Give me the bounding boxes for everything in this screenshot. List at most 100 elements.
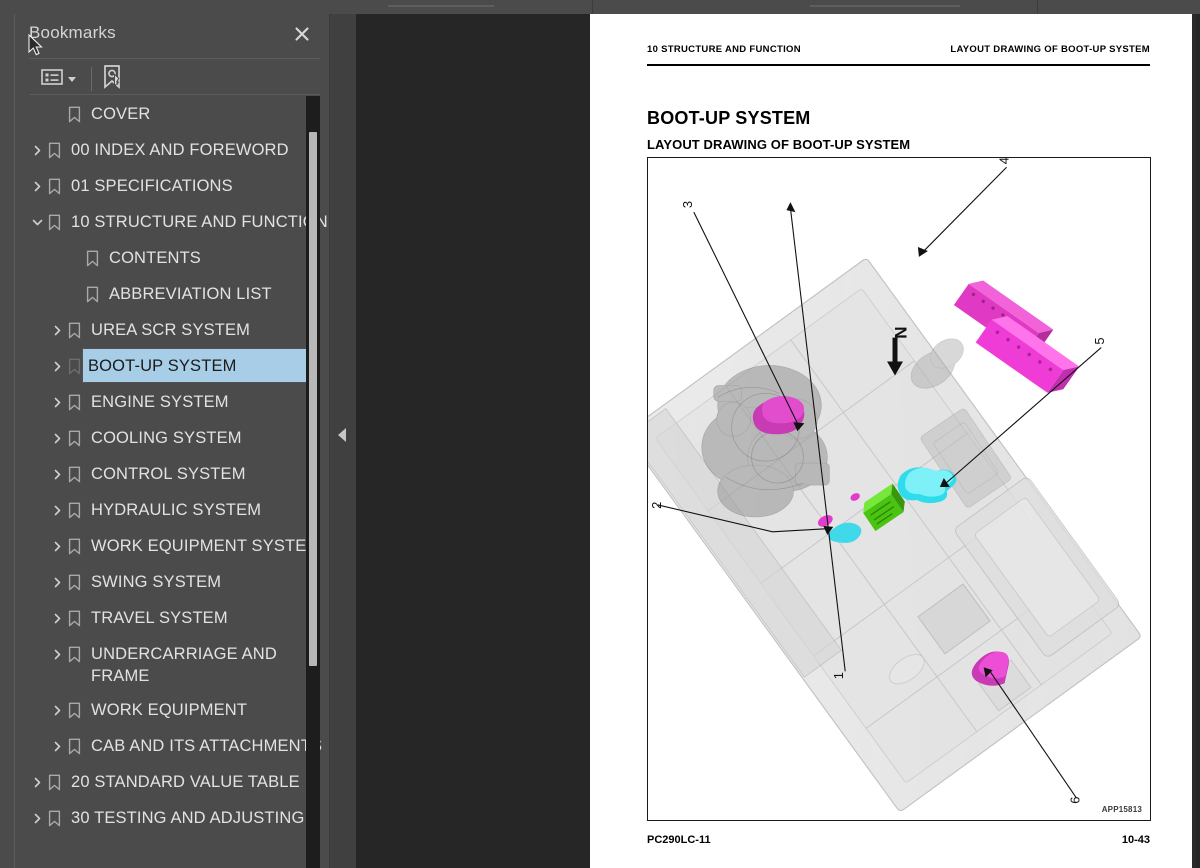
figure-frame: N 1 2 3 4 5 6 APP15813 xyxy=(647,157,1151,821)
close-icon[interactable] xyxy=(291,23,313,45)
chevron-right-icon[interactable] xyxy=(29,133,45,167)
bookmark-item-cooling-system[interactable]: COOLING SYSTEM xyxy=(15,420,329,456)
bookmark-icon xyxy=(65,493,83,527)
bookmark-item-abbreviation-list[interactable]: ABBREVIATION LIST xyxy=(15,276,329,312)
bookmark-item-20-standard-value-table[interactable]: 20 STANDARD VALUE TABLE xyxy=(15,764,329,800)
toolbar-remnant-2 xyxy=(810,5,960,7)
bookmark-item-cover[interactable]: COVER xyxy=(15,96,329,132)
bookmark-label: BOOT-UP SYSTEM xyxy=(82,348,308,383)
bookmark-item-engine-system[interactable]: ENGINE SYSTEM xyxy=(15,384,329,420)
svg-text:3: 3 xyxy=(680,201,695,208)
section-subheading: LAYOUT DRAWING OF BOOT-UP SYSTEM xyxy=(647,137,911,152)
bookmark-item-hydraulic-system[interactable]: HYDRAULIC SYSTEM xyxy=(15,492,329,528)
bookmark-icon xyxy=(45,133,63,167)
chevron-right-icon[interactable] xyxy=(49,349,65,383)
bookmark-icon xyxy=(65,385,83,419)
list-options-icon xyxy=(41,68,63,91)
toolbar-divider xyxy=(91,67,92,91)
toolbar-divider-bottom xyxy=(29,94,320,95)
triangle-left-icon[interactable] xyxy=(338,428,346,442)
toolbar-strip-truncated xyxy=(0,0,1200,14)
chevron-down-icon[interactable] xyxy=(29,205,45,239)
scrollbar-thumb[interactable] xyxy=(309,132,317,666)
bookmark-label: 01 SPECIFICATIONS xyxy=(71,177,233,195)
bookmark-item-swing-system[interactable]: SWING SYSTEM xyxy=(15,564,329,600)
bookmarks-panel-inner: Bookmarks COVER 00 INDEX AND FOREWORD 01… xyxy=(14,14,329,868)
svg-text:2: 2 xyxy=(649,502,664,509)
bookmark-icon xyxy=(65,529,83,563)
bookmark-item-undercarriage-and-frame[interactable]: UNDERCARRIAGE AND FRAME xyxy=(15,636,329,692)
bookmark-item-contents[interactable]: CONTENTS xyxy=(15,240,329,276)
bookmark-item-01-specifications[interactable]: 01 SPECIFICATIONS xyxy=(15,168,329,204)
bookmark-options-button[interactable] xyxy=(41,66,76,92)
section-heading: BOOT-UP SYSTEM xyxy=(647,108,811,128)
svg-text:4: 4 xyxy=(997,158,1012,164)
page-header-rule xyxy=(647,64,1150,66)
bookmark-label: CAB AND ITS ATTACHMENTS xyxy=(91,737,323,755)
svg-text:1: 1 xyxy=(831,672,846,679)
chevron-right-icon[interactable] xyxy=(29,765,45,799)
bookmark-item-urea-scr-system[interactable]: UREA SCR SYSTEM xyxy=(15,312,329,348)
find-current-bookmark-button[interactable] xyxy=(101,64,125,92)
bookmark-label: SWING SYSTEM xyxy=(91,573,222,591)
bookmark-label: CONTROL SYSTEM xyxy=(91,465,246,483)
chevron-down-icon xyxy=(68,76,76,82)
chevron-right-icon[interactable] xyxy=(49,565,65,599)
chevron-right-icon[interactable] xyxy=(49,729,65,763)
bookmark-label: HYDRAULIC SYSTEM xyxy=(91,501,262,519)
bookmark-label: WORK EQUIPMENT xyxy=(91,701,248,719)
bookmark-item-cab-and-its-attachments[interactable]: CAB AND ITS ATTACHMENTS xyxy=(15,728,329,764)
bookmark-label: TRAVEL SYSTEM xyxy=(91,609,228,627)
bookmark-item-work-equipment[interactable]: WORK EQUIPMENT xyxy=(15,692,329,728)
bookmarks-panel-header: Bookmarks xyxy=(15,14,329,58)
chevron-right-icon[interactable] xyxy=(49,637,65,671)
bookmark-icon xyxy=(65,637,83,671)
chevron-right-icon[interactable] xyxy=(29,801,45,835)
page-footer-model: PC290LC-11 xyxy=(647,834,711,846)
toolbar-separator-2 xyxy=(1037,0,1038,14)
bookmark-item-10-structure-and-function[interactable]: 10 STRUCTURE AND FUNCTION xyxy=(15,204,329,240)
document-viewport[interactable]: 10 STRUCTURE AND FUNCTION LAYOUT DRAWING… xyxy=(356,14,1200,868)
chevron-right-icon[interactable] xyxy=(29,169,45,203)
bookmark-item-00-index-and-foreword[interactable]: 00 INDEX AND FOREWORD xyxy=(15,132,329,168)
svg-text:5: 5 xyxy=(1092,337,1107,344)
bookmark-icon xyxy=(65,565,83,599)
bookmark-label: ENGINE SYSTEM xyxy=(91,393,229,411)
bookmark-item-30-testing-and-adjusting[interactable]: 30 TESTING AND ADJUSTING xyxy=(15,800,329,836)
layout-drawing-illustration: N 1 2 3 4 5 6 xyxy=(648,158,1141,812)
bookmark-label: 00 INDEX AND FOREWORD xyxy=(71,141,289,159)
chevron-right-icon[interactable] xyxy=(49,529,65,563)
page-header: 10 STRUCTURE AND FUNCTION LAYOUT DRAWING… xyxy=(647,44,1150,66)
chevron-right-icon[interactable] xyxy=(49,457,65,491)
bookmark-label: 10 STRUCTURE AND FUNCTION xyxy=(71,213,328,231)
bookmark-label: WORK EQUIPMENT SYSTEM xyxy=(91,537,321,555)
bookmark-tree[interactable]: COVER 00 INDEX AND FOREWORD 01 SPECIFICATI… xyxy=(15,96,329,868)
chevron-right-icon[interactable] xyxy=(49,313,65,347)
chevron-right-icon[interactable] xyxy=(49,385,65,419)
bookmark-icon xyxy=(65,349,83,383)
bookmark-item-boot-up-system[interactable]: BOOT-UP SYSTEM xyxy=(15,348,329,384)
bookmark-icon xyxy=(65,97,83,131)
highlight-component-4 xyxy=(953,280,1080,393)
bookmark-item-control-system[interactable]: CONTROL SYSTEM xyxy=(15,456,329,492)
bookmarks-toolbar xyxy=(15,59,329,94)
svg-text:6: 6 xyxy=(1067,797,1082,804)
bookmark-tree-scrollbar[interactable] xyxy=(306,96,320,868)
bookmark-item-work-equipment-system[interactable]: WORK EQUIPMENT SYSTEM xyxy=(15,528,329,564)
toolbar-remnant-1 xyxy=(388,5,494,7)
chevron-right-icon[interactable] xyxy=(49,493,65,527)
chevron-right-icon[interactable] xyxy=(49,601,65,635)
figure-code: APP15813 xyxy=(1101,805,1142,814)
bookmark-icon xyxy=(83,277,101,311)
bookmark-label: 20 STANDARD VALUE TABLE xyxy=(71,773,300,791)
chevron-right-icon[interactable] xyxy=(49,693,65,727)
bookmark-icon xyxy=(65,693,83,727)
chevron-right-icon[interactable] xyxy=(49,421,65,455)
bookmark-label: 30 TESTING AND ADJUSTING xyxy=(71,809,305,827)
pdf-viewer-window: Bookmarks COVER 00 INDEX AND FOREWORD 01… xyxy=(0,0,1200,868)
bookmark-item-travel-system[interactable]: TRAVEL SYSTEM xyxy=(15,600,329,636)
toolbar-separator-1 xyxy=(592,0,593,14)
bookmark-label: UNDERCARRIAGE AND FRAME xyxy=(91,645,277,685)
bookmark-icon xyxy=(65,421,83,455)
page-right-edge xyxy=(1192,14,1196,868)
